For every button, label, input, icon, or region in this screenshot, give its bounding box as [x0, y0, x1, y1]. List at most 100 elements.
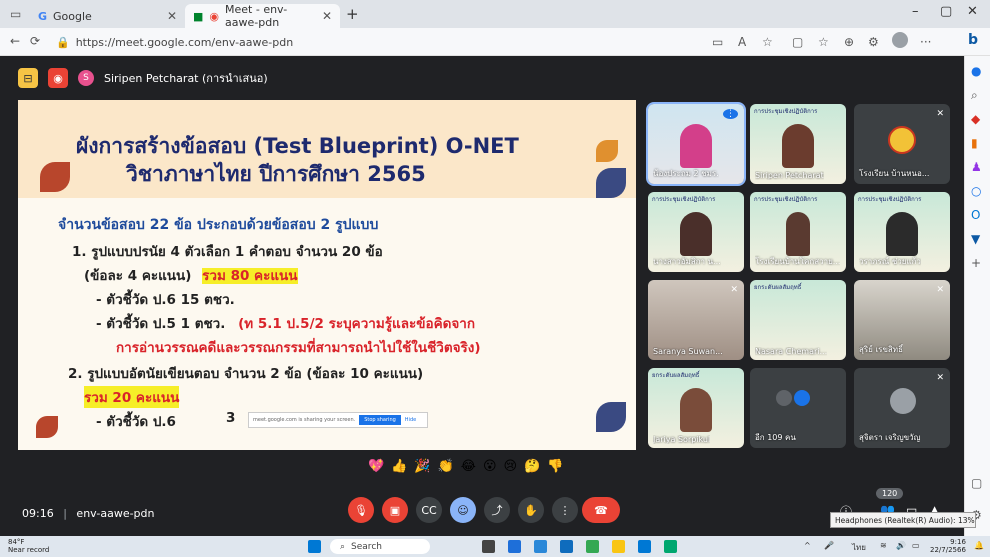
close-icon[interactable]: ✕	[322, 9, 332, 23]
add-icon[interactable]: +	[971, 256, 981, 270]
drop-icon[interactable]: ▼	[971, 232, 980, 246]
notification-icon[interactable]: 🔔	[974, 541, 984, 550]
battery-icon[interactable]: ▭	[912, 541, 920, 550]
office-icon[interactable]: ○	[971, 184, 981, 198]
favorite-icon[interactable]: ☆	[762, 35, 773, 49]
weather-widget[interactable]: 84°F Near record	[8, 538, 49, 554]
outlook-icon[interactable]: O	[971, 208, 980, 222]
search-icon: ⌕	[340, 541, 346, 552]
reaction-heart[interactable]: 💖	[368, 459, 384, 474]
read-aloud-icon[interactable]: A	[738, 35, 746, 49]
participant-tile[interactable]: การประชุมเชิงปฏิบัติการ Siripen Petchara…	[750, 104, 846, 184]
participant-tile[interactable]: ✕ สุจิตรา เจริญขวัญ	[854, 368, 950, 448]
reaction-surprised[interactable]: 😮	[483, 459, 497, 474]
tab-actions-icon[interactable]: ▭	[10, 7, 21, 21]
close-window-icon[interactable]: ✕	[967, 4, 978, 19]
file-explorer-icon[interactable]	[612, 540, 625, 553]
shopping-icon[interactable]: ▮	[971, 136, 978, 150]
more-participants-tile[interactable]: อีก 109 คน	[750, 368, 846, 448]
participant-tile[interactable]: การประชุมเชิงปฏิบัติการ วราภรณ์ ช่วยแก้ว	[854, 192, 950, 272]
discover-icon[interactable]: ●	[971, 64, 981, 78]
participant-tile[interactable]: ✕ สุริย์ เรขสิทธิ์	[854, 280, 950, 360]
search-label: Search	[351, 541, 382, 552]
search-icon[interactable]: ⌕	[971, 88, 978, 103]
captions-button[interactable]: CC	[416, 497, 442, 523]
stop-sharing-button[interactable]: Stop sharing	[359, 415, 401, 425]
present-button[interactable]: ⤴	[484, 497, 510, 523]
minimize-icon[interactable]: –	[912, 4, 919, 19]
chrome-icon[interactable]	[586, 540, 599, 553]
refresh-icon[interactable]: ⟳	[30, 34, 40, 48]
mic-off-icon: ✕	[936, 109, 944, 119]
camera-off-button[interactable]: ▣	[382, 497, 408, 523]
new-tab-button[interactable]: +	[346, 5, 359, 23]
raise-hand-button[interactable]: ✋	[518, 497, 544, 523]
url-field[interactable]: 🔒 https://meet.google.com/env-aawe-pdn	[48, 32, 698, 52]
tray-expand-icon[interactable]: ^	[804, 541, 811, 550]
sidebar-toggle-icon[interactable]: ▢	[971, 476, 982, 490]
leaf-decoration	[36, 416, 58, 438]
app-icon[interactable]	[664, 540, 677, 553]
volume-icon[interactable]: 🔊	[896, 541, 906, 550]
back-icon[interactable]: ←	[10, 34, 20, 48]
profile-avatar[interactable]	[892, 32, 908, 48]
favorites-list-icon[interactable]: ☆	[818, 35, 829, 49]
more-icon[interactable]: ···	[920, 35, 931, 49]
tile-slide-text: การประชุมเชิงปฏิบัติการ	[652, 196, 716, 203]
hide-button[interactable]: Hide	[405, 417, 416, 423]
participant-name: โรงเรียนบ้านโคกสวาย...	[755, 257, 841, 266]
reactions-button[interactable]: ☺	[450, 497, 476, 523]
reaction-clap[interactable]: 👏	[438, 459, 454, 474]
audio-tooltip: Headphones (Realtek(R) Audio): 13%	[830, 512, 976, 528]
participant-tile[interactable]: ยกระดับผลสัมฤทธิ์ Jariya Sorpikul	[648, 368, 744, 448]
participant-name: Siripen Petcharat	[755, 171, 824, 180]
edge-icon[interactable]	[534, 540, 547, 553]
participant-tile[interactable]: ⋮ น้องประถม 2 ชมร.	[646, 102, 746, 186]
bing-icon[interactable]: b	[968, 32, 978, 48]
participant-name: น้องประถม 2 ชมร.	[653, 169, 719, 178]
task-view-icon[interactable]	[482, 540, 495, 553]
mic-off-icon: ✕	[936, 285, 944, 295]
reaction-party[interactable]: 🎉	[414, 459, 430, 474]
chat-app-icon[interactable]	[508, 540, 521, 553]
school-logo	[888, 126, 916, 154]
present-icon[interactable]: ⊟	[18, 68, 38, 88]
tools-icon[interactable]: ◆	[971, 112, 980, 126]
participant-tile[interactable]: ✕ โรงเรียน บ้านหนอ...	[854, 104, 950, 184]
reaction-sad[interactable]: 😢	[504, 459, 518, 474]
mic-off-button[interactable]: 🎙	[348, 497, 374, 523]
reaction-thumbs-up[interactable]: 👍	[391, 459, 407, 474]
reaction-laugh[interactable]: 😂	[461, 459, 476, 474]
collections-icon[interactable]: ⊕	[844, 35, 854, 49]
games-icon[interactable]: ♟	[971, 160, 982, 174]
extension-icon[interactable]: ⚙	[868, 35, 879, 49]
split-screen-icon[interactable]: ▢	[792, 35, 803, 49]
reaction-thinking[interactable]: 🤔	[524, 459, 540, 474]
tile-slide-text: ยกระดับผลสัมฤทธิ์	[652, 372, 700, 379]
cast-icon[interactable]: ▭	[712, 35, 723, 49]
tab-google[interactable]: G Google ✕	[30, 4, 185, 28]
tab-meet[interactable]: ■ ◉ Meet - env-aawe-pdn ✕	[185, 3, 340, 29]
restore-icon[interactable]: ▢	[940, 4, 952, 19]
close-icon[interactable]: ✕	[167, 9, 177, 23]
reaction-thumbs-down[interactable]: 👎	[547, 459, 563, 474]
mic-tray-icon[interactable]: 🎤	[824, 541, 834, 550]
wifi-icon[interactable]: ≋	[880, 541, 887, 550]
participant-tile[interactable]: การประชุมเชิงปฏิบัติการ นางสาวอัมสิกา น.…	[648, 192, 744, 272]
leave-call-button[interactable]: ☎	[582, 497, 620, 523]
more-options-button[interactable]: ⋮	[552, 497, 578, 523]
leaf-decoration	[596, 168, 626, 198]
participant-tile[interactable]: การประชุมเชิงปฏิบัติการ โรงเรียนบ้านโคกส…	[750, 192, 846, 272]
participant-tile[interactable]: ยกระดับผลสัมฤทธิ์ Nasara Chemari...	[750, 280, 846, 360]
record-icon[interactable]: ◉	[48, 68, 68, 88]
language-indicator[interactable]: ไทย	[852, 541, 866, 554]
taskbar-search[interactable]: ⌕ Search	[330, 539, 430, 554]
mail-icon[interactable]	[560, 540, 573, 553]
taskbar-clock[interactable]: 9:16 22/7/2566	[930, 538, 966, 554]
store-icon[interactable]	[638, 540, 651, 553]
start-icon[interactable]	[308, 540, 321, 553]
participant-tile[interactable]: ✕ Saranya Suwan...	[648, 280, 744, 360]
slide-indicator3-count: 3	[226, 410, 236, 426]
participant-avatars	[776, 390, 810, 406]
participant-name: โรงเรียน บ้านหนอ...	[859, 169, 930, 178]
